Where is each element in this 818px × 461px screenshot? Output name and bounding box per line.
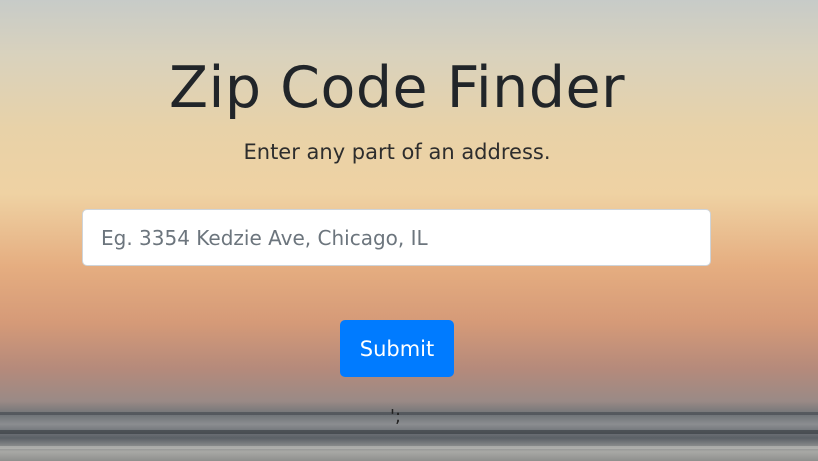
address-search-input[interactable] <box>82 209 711 266</box>
submit-button[interactable]: Submit <box>340 320 454 377</box>
page-subtitle: Enter any part of an address. <box>243 140 551 164</box>
page-title: Zip Code Finder <box>168 55 625 121</box>
horizon-line <box>0 412 818 415</box>
stray-text: '; <box>390 406 402 427</box>
sea-shore <box>0 446 818 449</box>
sea-wave <box>0 430 818 434</box>
